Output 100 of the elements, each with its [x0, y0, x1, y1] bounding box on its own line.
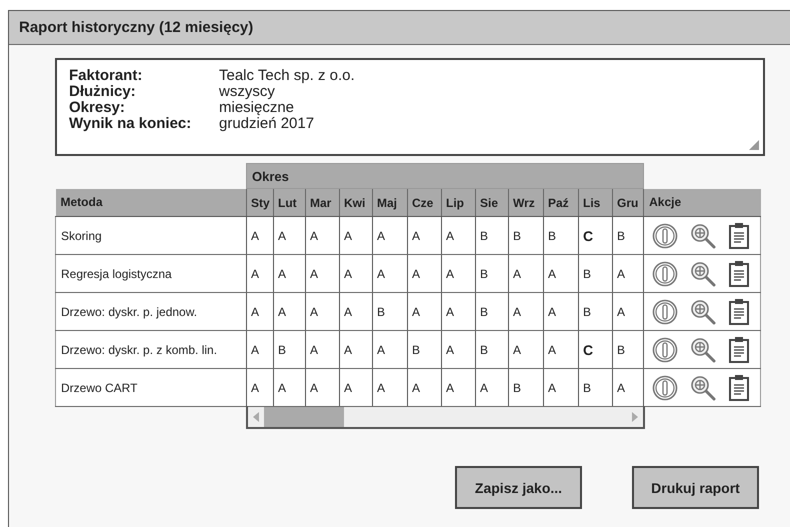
- action-button[interactable]: Zapisz jako...: [455, 466, 582, 509]
- info-icon[interactable]: [652, 260, 678, 286]
- zoom-in-icon[interactable]: [690, 260, 716, 286]
- table-cell: A: [544, 330, 578, 368]
- table-cell: A: [372, 216, 408, 254]
- table-cell: A: [340, 368, 372, 406]
- table-cell: A: [442, 216, 476, 254]
- table-cell: A: [246, 216, 274, 254]
- column-header: Gru: [612, 188, 644, 216]
- table-cell: A: [408, 216, 442, 254]
- info-label: Okresy:: [69, 100, 125, 116]
- clipboard-icon[interactable]: [728, 298, 750, 326]
- zoom-in-icon[interactable]: [690, 374, 716, 400]
- table-cell: A: [306, 368, 340, 406]
- table-cell: A: [274, 292, 306, 330]
- scrollbar-thumb[interactable]: [264, 407, 344, 426]
- info-label: Dłużnicy:: [69, 84, 137, 100]
- table-cell: A: [508, 254, 544, 292]
- table-cell: A: [442, 368, 476, 406]
- table-cell: A: [408, 292, 442, 330]
- table-cell: A: [612, 254, 644, 292]
- table-cell: A: [476, 368, 508, 406]
- clipboard-icon[interactable]: [728, 260, 750, 288]
- table-cell: A: [372, 330, 408, 368]
- clipboard-icon[interactable]: [728, 374, 750, 402]
- column-header: Kwi: [340, 188, 372, 216]
- info-icon[interactable]: [652, 336, 678, 362]
- table-cell: B: [408, 330, 442, 368]
- table-cell: A: [442, 330, 476, 368]
- table-cell: A: [306, 292, 340, 330]
- table-cell: B: [612, 216, 644, 254]
- column-header: Metoda: [56, 188, 246, 216]
- table-cell: B: [578, 368, 612, 406]
- table-cell: C: [578, 330, 612, 368]
- table-cell: A: [508, 330, 544, 368]
- column-header: Sty: [246, 188, 274, 216]
- column-header: Lut: [274, 188, 306, 216]
- table-cell: A: [274, 216, 306, 254]
- table-cell: Drzewo: dyskr. p. jednow.: [56, 292, 246, 330]
- table-cell: B: [544, 216, 578, 254]
- info-value: Tealc Tech sp. z o.o.: [219, 68, 356, 84]
- info-icon[interactable]: [652, 374, 678, 400]
- zoom-in-icon[interactable]: [690, 298, 716, 324]
- table-cell: A: [544, 254, 578, 292]
- table-cell: B: [476, 292, 508, 330]
- column-header: Maj: [372, 188, 408, 216]
- clipboard-icon[interactable]: [728, 336, 750, 364]
- clipboard-icon[interactable]: [728, 222, 750, 250]
- table-cell: A: [340, 254, 372, 292]
- table-cell: A: [544, 368, 578, 406]
- table-cell: B: [578, 292, 612, 330]
- table-cell: C: [578, 216, 612, 254]
- table-cell: A: [612, 368, 644, 406]
- table-cell: B: [508, 368, 544, 406]
- action-button[interactable]: Drukuj raport: [632, 466, 759, 509]
- zoom-in-icon[interactable]: [690, 336, 716, 362]
- info-icon[interactable]: [652, 222, 678, 248]
- info-value: grudzień 2017: [219, 116, 316, 132]
- table-cell: B: [508, 216, 544, 254]
- info-value: wszyscy: [219, 84, 276, 100]
- info-icon[interactable]: [652, 298, 678, 324]
- table-cell: A: [508, 292, 544, 330]
- table-cell: Skoring: [56, 216, 246, 254]
- resize-grip-icon[interactable]: [749, 140, 759, 150]
- column-group-header: Okres: [246, 164, 644, 188]
- table-cell: A: [372, 368, 408, 406]
- column-header: Sie: [476, 188, 508, 216]
- table-cell: A: [246, 330, 274, 368]
- table-cell: A: [340, 292, 372, 330]
- table-cell: B: [612, 330, 644, 368]
- column-header: Wrz: [508, 188, 544, 216]
- table-cell: A: [544, 292, 578, 330]
- window-title: Raport historyczny (12 miesięcy): [19, 19, 254, 36]
- table-cell: B: [372, 292, 408, 330]
- table-cell: A: [612, 292, 644, 330]
- table-cell: A: [340, 216, 372, 254]
- column-header: Mar: [306, 188, 340, 216]
- table-cell: B: [476, 330, 508, 368]
- table-cell: A: [306, 254, 340, 292]
- column-header: Cze: [408, 188, 442, 216]
- table-cell: A: [306, 330, 340, 368]
- table-cell: A: [372, 254, 408, 292]
- table-cell: B: [578, 254, 612, 292]
- column-header: Akcje: [644, 188, 761, 216]
- horizontal-scrollbar[interactable]: [248, 407, 642, 426]
- table-cell: B: [274, 330, 306, 368]
- table-cell: Drzewo CART: [56, 368, 246, 406]
- table-cell: A: [246, 292, 274, 330]
- table-cell: A: [246, 368, 274, 406]
- column-header: Lip: [442, 188, 476, 216]
- info-value: miesięczne: [219, 100, 296, 116]
- table-cell: A: [246, 254, 274, 292]
- zoom-in-icon[interactable]: [690, 222, 716, 248]
- table-cell: B: [476, 254, 508, 292]
- table-cell: A: [340, 330, 372, 368]
- table-cell: A: [442, 292, 476, 330]
- info-label: Faktorant:: [69, 68, 144, 84]
- table-cell: A: [408, 254, 442, 292]
- table-cell: A: [306, 216, 340, 254]
- column-header: Paź: [544, 188, 578, 216]
